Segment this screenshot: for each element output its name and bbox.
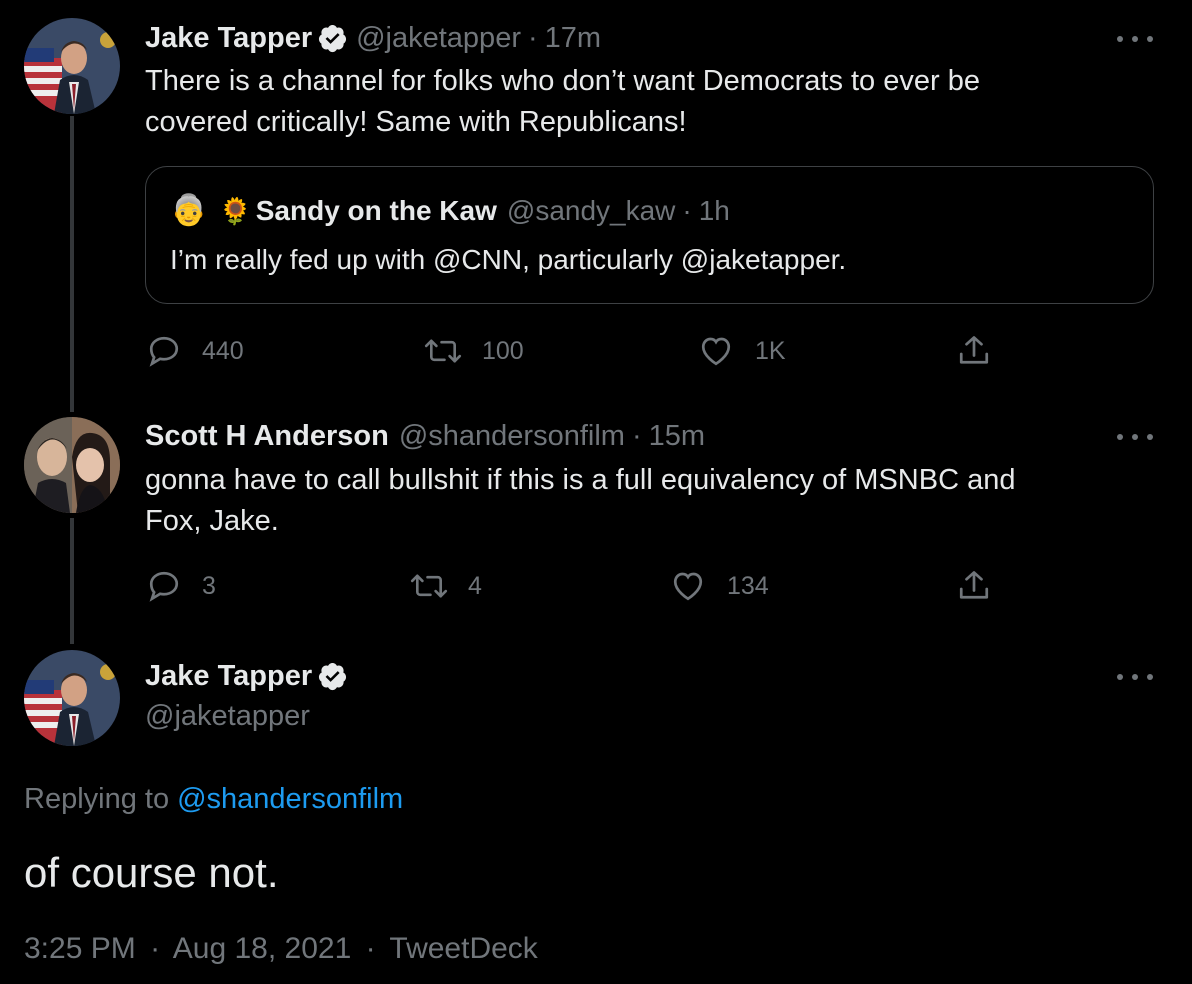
quote-flower-emoji: 🌻 (219, 196, 252, 226)
main-tweet-handle[interactable]: @jaketapper (145, 698, 310, 734)
reply-icon (149, 571, 179, 602)
tweet1-retweet-count: 100 (482, 336, 524, 365)
share-icon (959, 571, 989, 599)
tweet2-handle[interactable]: @shandersonfilm (399, 418, 625, 454)
quote-header: 👵 🌻 Sandy on the Kaw @sandy_kaw · 1h (170, 193, 730, 229)
verified-badge-icon (319, 24, 347, 52)
thread-line-2 (70, 518, 74, 644)
tweet2-header: Scott H Anderson @shandersonfilm · 15m (145, 418, 705, 454)
tweet1-handle[interactable]: @jaketapper (356, 20, 521, 56)
tweet1-share-button[interactable] (956, 333, 992, 369)
main-tweet-text: of course not. (24, 849, 279, 896)
avatar-scott-h-anderson[interactable] (24, 417, 120, 513)
verified-badge-icon (319, 662, 347, 690)
tweet2-reply-button[interactable]: 3 (146, 568, 216, 604)
quote-text: I’m really fed up with @CNN, particularl… (170, 244, 847, 275)
quote-handle: @sandy_kaw (506, 195, 676, 226)
main-tweet-date[interactable]: Aug 18, 2021 (173, 932, 352, 965)
tweet1-reply-button[interactable]: 440 (146, 333, 244, 369)
replying-to-handle-link[interactable]: @shandersonfilm (177, 781, 403, 817)
quote-time: 1h (698, 195, 730, 226)
tweet1-separator: · (527, 22, 538, 54)
main-tweet-more-options-icon[interactable] (1117, 671, 1153, 683)
quote-separator: · (682, 195, 692, 226)
main-tweet-handle-row: @jaketapper (145, 698, 310, 734)
quoted-tweet[interactable] (145, 166, 1154, 304)
tweet1-like-count: 1K (755, 336, 786, 365)
retweet-icon (424, 339, 462, 363)
tweet2-retweet-count: 4 (468, 571, 482, 600)
tweet2-retweet-button[interactable]: 4 (410, 568, 482, 604)
meta-separator-1: · (150, 932, 161, 965)
main-tweet-meta: 3:25 PM · Aug 18, 2021 · TweetDeck (24, 932, 538, 966)
tweet2-text: gonna have to call bullshit if this is a… (145, 460, 1015, 542)
main-tweet-time[interactable]: 3:25 PM (24, 932, 136, 965)
tweet2-share-button[interactable] (956, 568, 992, 604)
tweet1-time[interactable]: 17m (545, 20, 601, 56)
like-icon (701, 337, 731, 366)
tweet2-author-name[interactable]: Scott H Anderson (145, 418, 389, 454)
reply-icon (149, 336, 179, 367)
main-tweet-name-row: Jake Tapper (145, 658, 356, 694)
quote-author-name: Sandy on the Kaw (255, 195, 497, 226)
tweet2-more-options-icon[interactable] (1117, 431, 1153, 443)
main-tweet-source[interactable]: TweetDeck (389, 932, 537, 965)
tweet2-like-button[interactable]: 134 (669, 568, 769, 604)
tweet2-separator: · (631, 420, 642, 452)
like-icon (673, 572, 703, 601)
avatar-jake-tapper-main[interactable] (24, 650, 120, 746)
quote-avatar-emoji: 👵 (170, 194, 208, 227)
tweet2-text-line2: Fox, Jake. (145, 505, 279, 537)
tweet2-like-count: 134 (727, 571, 769, 600)
retweet-icon (410, 574, 448, 598)
tweet2-reply-count: 3 (202, 571, 216, 600)
tweet1-like-button[interactable]: 1K (697, 333, 786, 369)
tweet1-more-options-icon[interactable] (1117, 33, 1153, 45)
share-icon (959, 336, 989, 364)
tweet1-text-line1: There is a channel for folks who don’t w… (145, 65, 980, 97)
tweet1-reply-count: 440 (202, 336, 244, 365)
avatar-jake-tapper[interactable] (24, 18, 120, 114)
tweet1-text: There is a channel for folks who don’t w… (145, 61, 980, 143)
tweet1-header: Jake Tapper @jaketapper · 17m (145, 20, 601, 56)
tweet2-text-line1: gonna have to call bullshit if this is a… (145, 464, 1016, 496)
meta-separator-2: · (365, 932, 376, 965)
main-tweet-author-name[interactable]: Jake Tapper (145, 658, 312, 694)
tweet1-author-name[interactable]: Jake Tapper (145, 20, 312, 56)
tweet1-text-line2: covered critically! Same with Republican… (145, 106, 687, 138)
replying-to-label: Replying to (24, 783, 170, 815)
thread-line-1 (70, 116, 74, 412)
replying-to: Replying to @shandersonfilm (24, 781, 403, 817)
tweet1-retweet-button[interactable]: 100 (424, 333, 524, 369)
tweet2-time[interactable]: 15m (649, 418, 705, 454)
